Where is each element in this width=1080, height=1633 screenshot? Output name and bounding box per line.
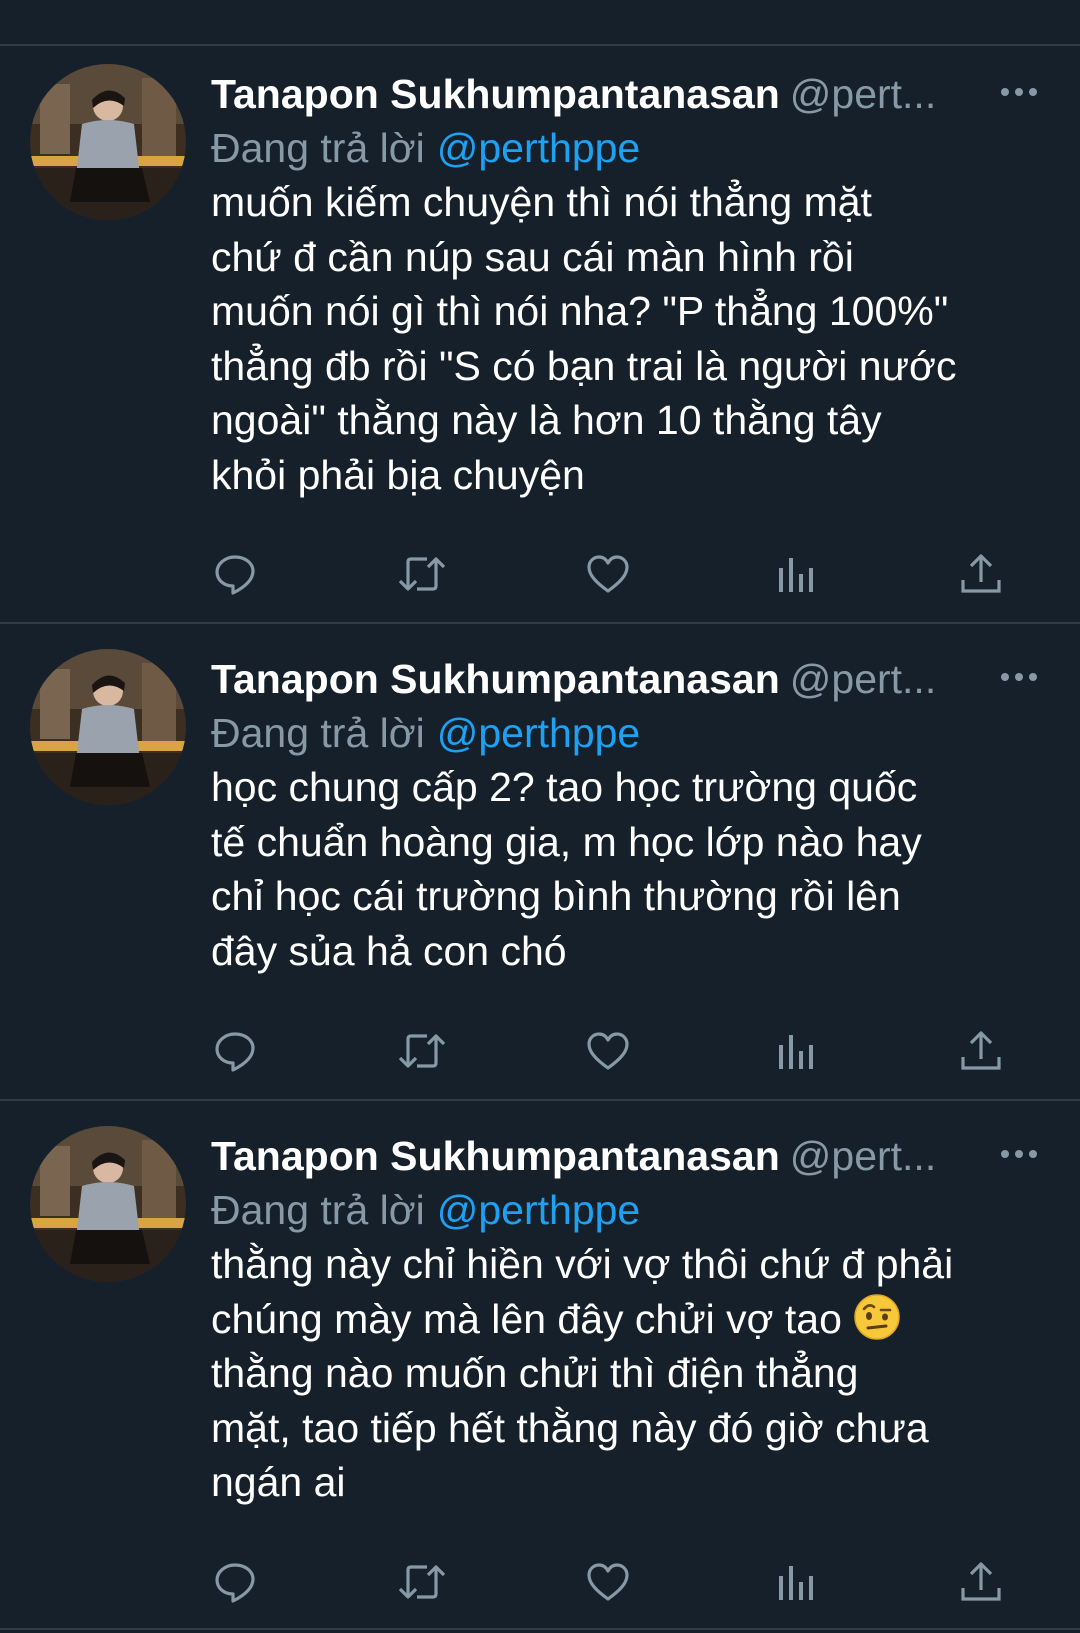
tweet-text-line: mặt, tao tiếp hết thằng này đó giờ chưa xyxy=(211,1404,929,1451)
tweet-text: học chung cấp 2? tao học trường quốc tế … xyxy=(211,760,1041,978)
tweet-text: thằng này chỉ hiền với vợ thôi chứ đ phả… xyxy=(211,1237,1041,1510)
tweet-text-line: khỏi phải bịa chuyện xyxy=(211,451,585,498)
share-upload-icon[interactable] xyxy=(951,1021,1011,1081)
tweet-header: Tanapon Sukhumpantanasan @pert... xyxy=(211,651,991,707)
retweet-icon[interactable] xyxy=(392,544,452,604)
tweet-header: Tanapon Sukhumpantanasan @pert... xyxy=(211,66,991,122)
reply-bubble-icon[interactable] xyxy=(205,1021,265,1081)
analytics-bars-icon[interactable] xyxy=(765,544,825,604)
reply-mention-link[interactable]: @perthppe xyxy=(437,710,640,756)
heart-icon[interactable] xyxy=(578,1021,638,1081)
tweet-text-line: chứ đ cần núp sau cái màn hình rồi xyxy=(211,233,854,280)
reply-prefix: Đang trả lời xyxy=(211,125,425,171)
avatar[interactable] xyxy=(30,649,186,805)
tweet-text-line: thằng này chỉ hiền với vợ thôi chứ đ phả… xyxy=(211,1241,954,1287)
tweet-text-line: ngán ai xyxy=(211,1459,346,1505)
divider xyxy=(0,44,1080,46)
reply-bubble-icon[interactable] xyxy=(205,544,265,604)
tweet-text-line: muốn nói gì thì nói nha? "P thẳng 100%" xyxy=(211,288,949,334)
tweet-actions xyxy=(0,1021,1080,1081)
more-dots-icon[interactable] xyxy=(994,657,1044,697)
heart-icon[interactable] xyxy=(578,1552,638,1612)
analytics-bars-icon[interactable] xyxy=(765,1552,825,1612)
avatar[interactable] xyxy=(30,64,186,220)
tweet-text-line: thẳng đb rồi "S có bạn trai là người nướ… xyxy=(211,342,957,389)
reply-context: Đang trả lời @perthppe xyxy=(211,1182,640,1238)
heart-icon[interactable] xyxy=(578,544,638,604)
share-upload-icon[interactable] xyxy=(951,544,1011,604)
tweet-text-line-with-emoji: chúng mày mà lên đây chửi vợ tao xyxy=(211,1292,1041,1347)
top-strip xyxy=(0,0,1080,44)
face-with-raised-eyebrow-emoji xyxy=(853,1293,901,1341)
reply-prefix: Đang trả lời xyxy=(211,1187,425,1233)
reply-context: Đang trả lời @perthppe xyxy=(211,705,640,761)
author-name[interactable]: Tanapon Sukhumpantanasan xyxy=(211,71,780,117)
retweet-icon[interactable] xyxy=(392,1552,452,1612)
avatar[interactable] xyxy=(30,1126,186,1282)
tweet-text-line: ngoài" thằng này là hơn 10 thằng tây xyxy=(211,397,882,443)
tweet-text-line: tế chuẩn hoàng gia, m học lớp nào hay xyxy=(211,818,922,865)
divider xyxy=(0,1628,1080,1630)
reply-mention-link[interactable]: @perthppe xyxy=(437,125,640,171)
tweet-actions xyxy=(0,544,1080,604)
more-dots-icon[interactable] xyxy=(994,72,1044,112)
author-handle[interactable]: @pert... xyxy=(790,656,936,702)
more-dots-icon[interactable] xyxy=(994,1134,1044,1174)
tweet-text-line: chỉ học cái trường bình thường rồi lên xyxy=(211,873,901,919)
reply-prefix: Đang trả lời xyxy=(211,710,425,756)
reply-mention-link[interactable]: @perthppe xyxy=(437,1187,640,1233)
tweet-actions xyxy=(0,1552,1080,1612)
reply-bubble-icon[interactable] xyxy=(205,1552,265,1612)
analytics-bars-icon[interactable] xyxy=(765,1021,825,1081)
tweet-text-line: đây sủa hả con chó xyxy=(211,927,567,974)
tweet-text-line: học chung cấp 2? tao học trường quốc xyxy=(211,764,918,810)
author-name[interactable]: Tanapon Sukhumpantanasan xyxy=(211,1133,780,1179)
divider xyxy=(0,1099,1080,1101)
tweet-text: muốn kiếm chuyện thì nói thẳng mặt chứ đ… xyxy=(211,175,1041,502)
author-handle[interactable]: @pert... xyxy=(790,71,936,117)
author-handle[interactable]: @pert... xyxy=(790,1133,936,1179)
author-name[interactable]: Tanapon Sukhumpantanasan xyxy=(211,656,780,702)
tweet-header: Tanapon Sukhumpantanasan @pert... xyxy=(211,1128,991,1184)
tweet-text-line: muốn kiếm chuyện thì nói thẳng mặt xyxy=(211,179,872,225)
tweet-text-line: thằng nào muốn chửi thì điện thẳng xyxy=(211,1350,859,1396)
divider xyxy=(0,622,1080,624)
retweet-icon[interactable] xyxy=(392,1021,452,1081)
share-upload-icon[interactable] xyxy=(951,1552,1011,1612)
reply-context: Đang trả lời @perthppe xyxy=(211,120,640,176)
tweet-text-line: chúng mày mà lên đây chửi vợ tao xyxy=(211,1295,842,1342)
